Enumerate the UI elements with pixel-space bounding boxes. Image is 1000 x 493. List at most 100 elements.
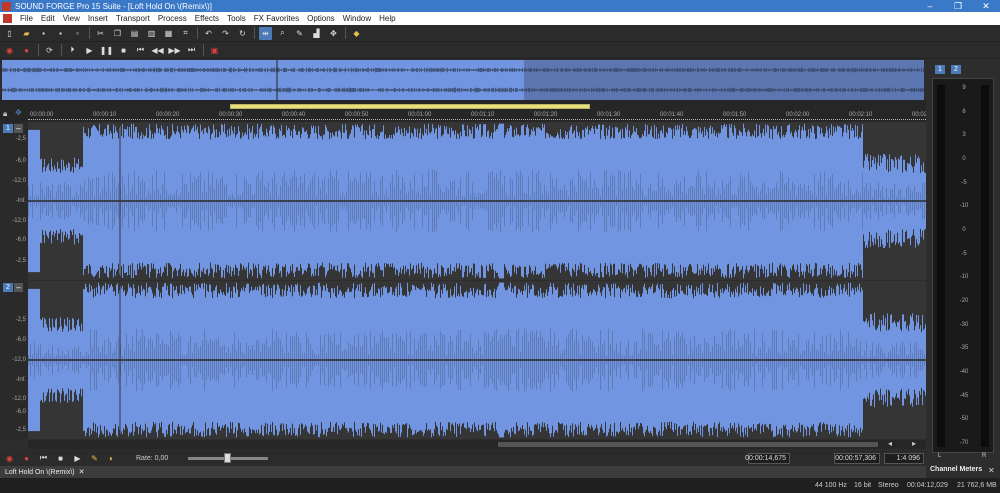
zoom-out-icon[interactable]: ◂: [888, 439, 892, 448]
paste-icon[interactable]: ▤: [128, 27, 141, 40]
magnify-tool-icon[interactable]: ⌕: [276, 27, 289, 40]
repeat-icon[interactable]: ↻: [236, 27, 249, 40]
redo-icon[interactable]: ↷: [219, 27, 232, 40]
play-icon[interactable]: ▶: [71, 452, 84, 465]
menu-file[interactable]: File: [16, 14, 37, 23]
document-menu-icon[interactable]: [3, 14, 12, 23]
pause-icon[interactable]: ❚❚: [100, 44, 113, 57]
event-tool-icon[interactable]: ▟: [310, 27, 323, 40]
minimize-button[interactable]: –: [916, 0, 944, 12]
meter-scale-label: -30: [959, 321, 969, 328]
scroll-thumb[interactable]: [498, 442, 878, 447]
channel-1-header: 1 – -2,5 -6,0 -12,0 -Inf. -12,0 -6,0 -2,…: [0, 122, 28, 280]
close-tab-icon[interactable]: ✕: [79, 468, 85, 476]
record-icon[interactable]: ●: [20, 452, 33, 465]
toolbar-separator: [345, 27, 346, 39]
meter-bar-left: [937, 85, 945, 447]
overview-bar[interactable]: [2, 60, 924, 100]
crop-icon[interactable]: ⌗: [179, 27, 192, 40]
save-icon[interactable]: ▪: [37, 27, 50, 40]
horizontal-scrollbar[interactable]: ◂ ▸: [28, 439, 926, 449]
menu-help[interactable]: Help: [375, 14, 399, 23]
edit-tool-icon[interactable]: ⇹: [259, 26, 272, 40]
copy-icon[interactable]: ❐: [111, 27, 124, 40]
pencil-tool-icon[interactable]: ✎: [293, 27, 306, 40]
playback-rate-slider[interactable]: [188, 452, 269, 463]
meter-scale-label: -20: [959, 298, 969, 304]
time-ruler[interactable]: 🔒︎ ✥ 00:00:00 00:00:10 00:00:20 00:00:30 00:…: [0, 100, 932, 122]
menu-view[interactable]: View: [59, 14, 84, 23]
ruler-label: 00:01:10: [471, 112, 495, 118]
ruler-label: 00:01:20: [534, 112, 558, 118]
stop-icon[interactable]: ■: [54, 452, 67, 465]
meter-scale-label: 0: [962, 227, 966, 233]
db-label: -12,0: [12, 178, 26, 184]
waveform-channel-2[interactable]: [28, 281, 926, 439]
loop-icon[interactable]: ⟳: [43, 44, 56, 57]
trim-icon[interactable]: ▦: [162, 27, 175, 40]
channel-number[interactable]: 2: [3, 283, 13, 292]
close-button[interactable]: ✕: [972, 0, 1000, 12]
overview-waveform[interactable]: [2, 60, 924, 100]
play-all-icon[interactable]: ⏵: [66, 44, 79, 57]
document-tab[interactable]: Loft Hold On \(Remix\) ✕: [2, 466, 88, 478]
record-arm-icon[interactable]: ◉: [3, 44, 16, 57]
app-icon[interactable]: [2, 1, 11, 11]
record-icon[interactable]: ●: [20, 44, 33, 57]
paste-special-icon[interactable]: ▥: [145, 27, 158, 40]
close-panel-icon[interactable]: ✕: [988, 466, 995, 475]
cut-icon[interactable]: ✂: [94, 27, 107, 40]
open-icon[interactable]: ▰: [20, 27, 33, 40]
selection-bar[interactable]: [230, 104, 590, 109]
lock-icon[interactable]: 🔒︎: [3, 109, 13, 119]
meter-scale-label: -50: [959, 416, 969, 423]
mix-icon[interactable]: ◆: [350, 27, 363, 40]
fast-forward-icon[interactable]: ▶▶: [168, 44, 181, 57]
envelope-tool-icon[interactable]: ✥: [327, 27, 340, 40]
menu-window[interactable]: Window: [339, 14, 375, 23]
go-end-icon[interactable]: ⏭: [185, 44, 198, 57]
toolbar-separator: [203, 44, 204, 56]
menu-transport[interactable]: Transport: [112, 14, 154, 23]
menu-process[interactable]: Process: [154, 14, 191, 23]
pencil-icon[interactable]: ✎: [88, 452, 101, 465]
menu-effects[interactable]: Effects: [191, 14, 223, 23]
go-start-icon[interactable]: ⏮: [37, 452, 50, 465]
meters-panel-title: Channel Meters: [930, 466, 983, 473]
menu-options[interactable]: Options: [303, 14, 339, 23]
level-meter[interactable]: 9 6 3 0 -5 -10 0 -5 -10 -20 -30 -35 -40 -45 -50 -70: [932, 78, 994, 453]
document-tabs: Loft Hold On \(Remix\) ✕: [0, 466, 926, 478]
meter-scale-label: -70: [959, 440, 969, 446]
slider-thumb[interactable]: [224, 452, 232, 463]
play-icon[interactable]: ▶: [83, 44, 96, 57]
zoom-ratio[interactable]: 1:4 096: [884, 453, 924, 464]
render-icon[interactable]: ▫: [71, 27, 84, 40]
stop-icon[interactable]: ■: [117, 44, 130, 57]
waveform-channel-1[interactable]: [28, 122, 926, 280]
save-all-icon[interactable]: ▪: [54, 27, 67, 40]
rewind-icon[interactable]: ◀◀: [151, 44, 164, 57]
menu-edit[interactable]: Edit: [37, 14, 59, 23]
undo-icon[interactable]: ↶: [202, 27, 215, 40]
toolbar-separator: [38, 44, 39, 56]
menu-tools[interactable]: Tools: [223, 14, 250, 23]
collapse-button[interactable]: –: [14, 124, 23, 133]
menu-insert[interactable]: Insert: [84, 14, 112, 23]
mix-icon[interactable]: ◐: [105, 452, 118, 465]
meter-scale-label: -5: [961, 250, 967, 257]
channel-1[interactable]: 1 – -2,5 -6,0 -12,0 -Inf. -12,0 -6,0 -2,…: [0, 122, 926, 280]
metronome-icon[interactable]: ▣: [208, 44, 221, 57]
move-icon[interactable]: ✥: [15, 108, 25, 118]
record-arm-icon[interactable]: ◉: [3, 452, 16, 465]
db-label: -12,0: [12, 218, 26, 224]
zoom-in-icon[interactable]: ▸: [912, 439, 916, 448]
menu-fx-favorites[interactable]: FX Favorites: [250, 14, 303, 23]
maximize-button[interactable]: ❐: [944, 0, 972, 12]
meter-tab-1[interactable]: 1: [935, 65, 945, 74]
collapse-button[interactable]: –: [14, 283, 23, 292]
meter-tab-2[interactable]: 2: [951, 65, 961, 74]
go-start-icon[interactable]: ⏮: [134, 44, 147, 57]
channel-2[interactable]: 2 – -2,5 -6,0 -12,0 -Inf. -12,0 -6,0 -2,…: [0, 281, 926, 439]
channel-number[interactable]: 1: [3, 124, 13, 133]
new-icon[interactable]: ▯: [3, 27, 16, 40]
